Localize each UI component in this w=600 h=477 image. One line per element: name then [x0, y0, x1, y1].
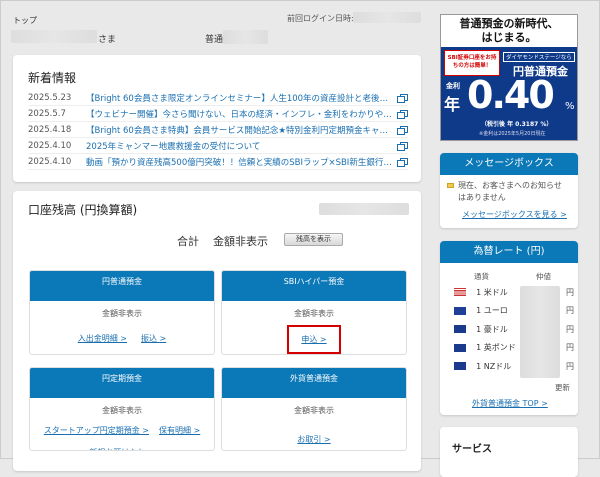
account-tile: 円普通預金金額非表示入出金明細 > 振込 >	[29, 270, 215, 355]
flag-icon	[454, 362, 467, 371]
banner-headline-1: 普通預金の新時代、	[459, 17, 559, 30]
unit-label: 円	[566, 324, 574, 334]
services-card: サービス	[440, 427, 578, 477]
unit-label: 円	[566, 306, 574, 316]
account-tile: 外貨普通預金金額非表示お取引 >	[221, 367, 407, 451]
tile-amount: 金額非表示	[294, 309, 334, 318]
fx-rate-row: 1 米ドル 円	[448, 283, 574, 302]
news-date: 2025.5.7	[28, 108, 66, 119]
tile-header: 外貨普通預金	[222, 368, 406, 398]
tile-link[interactable]: 振込 >	[141, 333, 166, 344]
banner-rate-label: 金利	[446, 82, 460, 90]
flag-icon	[454, 288, 467, 297]
news-item[interactable]: 2025.4.18 【Bright 60会員さま特典】会員サービス開始記念★特別金…	[28, 122, 408, 138]
tile-amount: 金額非表示	[102, 406, 142, 415]
banner-rate-year: 年	[444, 95, 461, 114]
banner-stage: ダイヤモンドステージなら	[503, 52, 575, 62]
rate-banner[interactable]: 普通預金の新時代、 はじまる。 SBI証券口座をお持ちの方は簡単！ ダイヤモンドス…	[440, 14, 578, 141]
fx-rate-row: 1 ユーロ 円	[448, 302, 574, 321]
balance-card: 口座残高 (円換算額) 合計 金額非表示 残高を表示 円普通預金 金額非表示 入出金…	[13, 191, 421, 471]
tile-link[interactable]: 申込 >	[287, 325, 341, 354]
user-name	[11, 30, 97, 43]
tile-link[interactable]: スタートアップ円定期預金 >	[44, 425, 149, 436]
unit-label: 円	[566, 343, 574, 353]
show-balance-button[interactable]: 残高を表示	[284, 233, 343, 246]
tile-amount: 金額非表示	[102, 309, 142, 318]
news-date: 2025.4.18	[28, 124, 72, 135]
news-item[interactable]: 2025.4.10 2025年ミャンマー地震救援金の受付について	[28, 138, 408, 154]
tile-header: SBIハイパー預金	[222, 271, 406, 301]
tile-link[interactable]: 保有明細 >	[159, 425, 200, 436]
breadcrumb[interactable]: トップ	[13, 15, 37, 26]
currency-name: 1 豪ドル	[476, 324, 508, 334]
tile-link[interactable]: 新規お預け入れ >	[89, 448, 154, 450]
account-number	[223, 30, 268, 44]
unit-label: 円	[566, 287, 574, 297]
news-link[interactable]: 【Bright 60会員さま限定オンラインセミナー】人生100年の資産設計と老後…	[86, 92, 394, 104]
news-item[interactable]: 2025.5.23 【Bright 60会員さま限定オンラインセミナー】人生100…	[28, 90, 408, 106]
banner-rate: 0.40	[467, 73, 555, 117]
last-login-label: 前回ログイン日時:	[287, 14, 354, 23]
tile-header: 円普通預金	[30, 271, 214, 301]
fx-rate-row: 1 英ポンド 円	[448, 339, 574, 358]
message-box-title: メッセージボックス	[440, 153, 578, 175]
total-label: 合計	[177, 235, 199, 248]
news-date: 2025.4.10	[28, 140, 72, 151]
fx-rates-title: 為替レート (円)	[440, 241, 578, 263]
currency-name: 1 英ポンド	[476, 343, 516, 353]
news-item[interactable]: 2025.4.10 動画「預かり資産残高500億円突破！！信頼と実績のSBIラップ…	[28, 154, 408, 170]
fx-rates-card: 為替レート (円) 通貨 仲値 1 米ドル円 1 ユーロ円 1 豪ドル円 1 英ポンド…	[440, 241, 578, 415]
total-value: 金額非表示	[213, 235, 268, 248]
honorific: さま	[98, 35, 117, 45]
news-link[interactable]: 【Bright 60会員さま特典】会員サービス開始記念★特別金利円定期預金キャン…	[86, 124, 394, 136]
col-currency: 通貨	[474, 272, 489, 281]
fx-rate-row: 1 NZドル 円	[448, 357, 574, 376]
flag-icon	[454, 306, 467, 315]
banner-percent: %	[565, 101, 575, 112]
col-price: 仲値	[536, 272, 551, 281]
services-title: サービス	[452, 444, 492, 455]
flag-icon	[454, 343, 467, 352]
news-list: 2025.5.23 【Bright 60会員さま限定オンラインセミナー】人生100…	[28, 90, 408, 170]
flag-icon	[454, 325, 467, 334]
banner-note: ※金利は2025年5月20日現在	[479, 131, 546, 137]
tile-link[interactable]: 入出金明細 >	[78, 333, 127, 344]
message-box: メッセージボックス 現在、お客さまへのお知らせはありません メッセージボックスを…	[440, 153, 578, 228]
fx-rate-row: 1 豪ドル 円	[448, 320, 574, 339]
balance-date	[319, 203, 409, 215]
news-title: 新着情報	[28, 71, 77, 85]
account-tile: SBIハイパー預金金額非表示申込 >	[221, 270, 407, 355]
currency-name: 1 NZドル	[476, 361, 512, 371]
account-tile: 円定期預金金額非表示スタートアップ円定期預金 > 保有明細 > 新規お預け入れ >	[29, 367, 215, 451]
unit-label: 円	[566, 361, 574, 371]
external-window-icon	[397, 126, 408, 135]
message-text: 現在、お客さまへのお知らせはありません	[458, 181, 562, 202]
news-link[interactable]: 2025年ミャンマー地震救援金の受付について	[86, 140, 394, 152]
tile-amount: 金額非表示	[294, 406, 334, 415]
news-date: 2025.5.23	[28, 92, 72, 103]
balance-title: 口座残高 (円換算額)	[28, 203, 138, 217]
update-label[interactable]: 更新	[555, 382, 570, 393]
external-window-icon	[397, 94, 408, 103]
banner-after-tax: （税引後 年 0.3187 %）	[481, 121, 553, 128]
news-date: 2025.4.10	[28, 156, 72, 167]
last-login-value	[353, 12, 421, 23]
account-type: 普通	[205, 35, 224, 45]
banner-headline-2: はじまる。	[481, 31, 537, 44]
external-window-icon	[397, 142, 408, 151]
mail-icon	[447, 183, 454, 188]
external-window-icon	[397, 110, 408, 119]
news-link[interactable]: 動画「預かり資産残高500億円突破！！信頼と実績のSBIラップ×SBI新生銀行（…	[86, 156, 394, 168]
external-window-icon	[397, 158, 408, 167]
news-item[interactable]: 2025.5.7 【ウェビナー開催】今さら聞けない、日本の経済・インフレ・金利をわ…	[28, 106, 408, 122]
tile-link[interactable]: お取引 >	[297, 434, 330, 445]
currency-name: 1 ユーロ	[476, 306, 508, 316]
currency-name: 1 米ドル	[476, 287, 508, 297]
message-box-link[interactable]: メッセージボックスを見る >	[462, 209, 567, 220]
news-card: 新着情報 2025.5.23 【Bright 60会員さま限定オンラインセミナー】…	[13, 55, 421, 182]
fx-top-link[interactable]: 外貨普通預金 TOP >	[472, 398, 548, 409]
news-link[interactable]: 【ウェビナー開催】今さら聞けない、日本の経済・インフレ・金利をわかりやすく解説	[86, 108, 394, 120]
tile-header: 円定期預金	[30, 368, 214, 398]
